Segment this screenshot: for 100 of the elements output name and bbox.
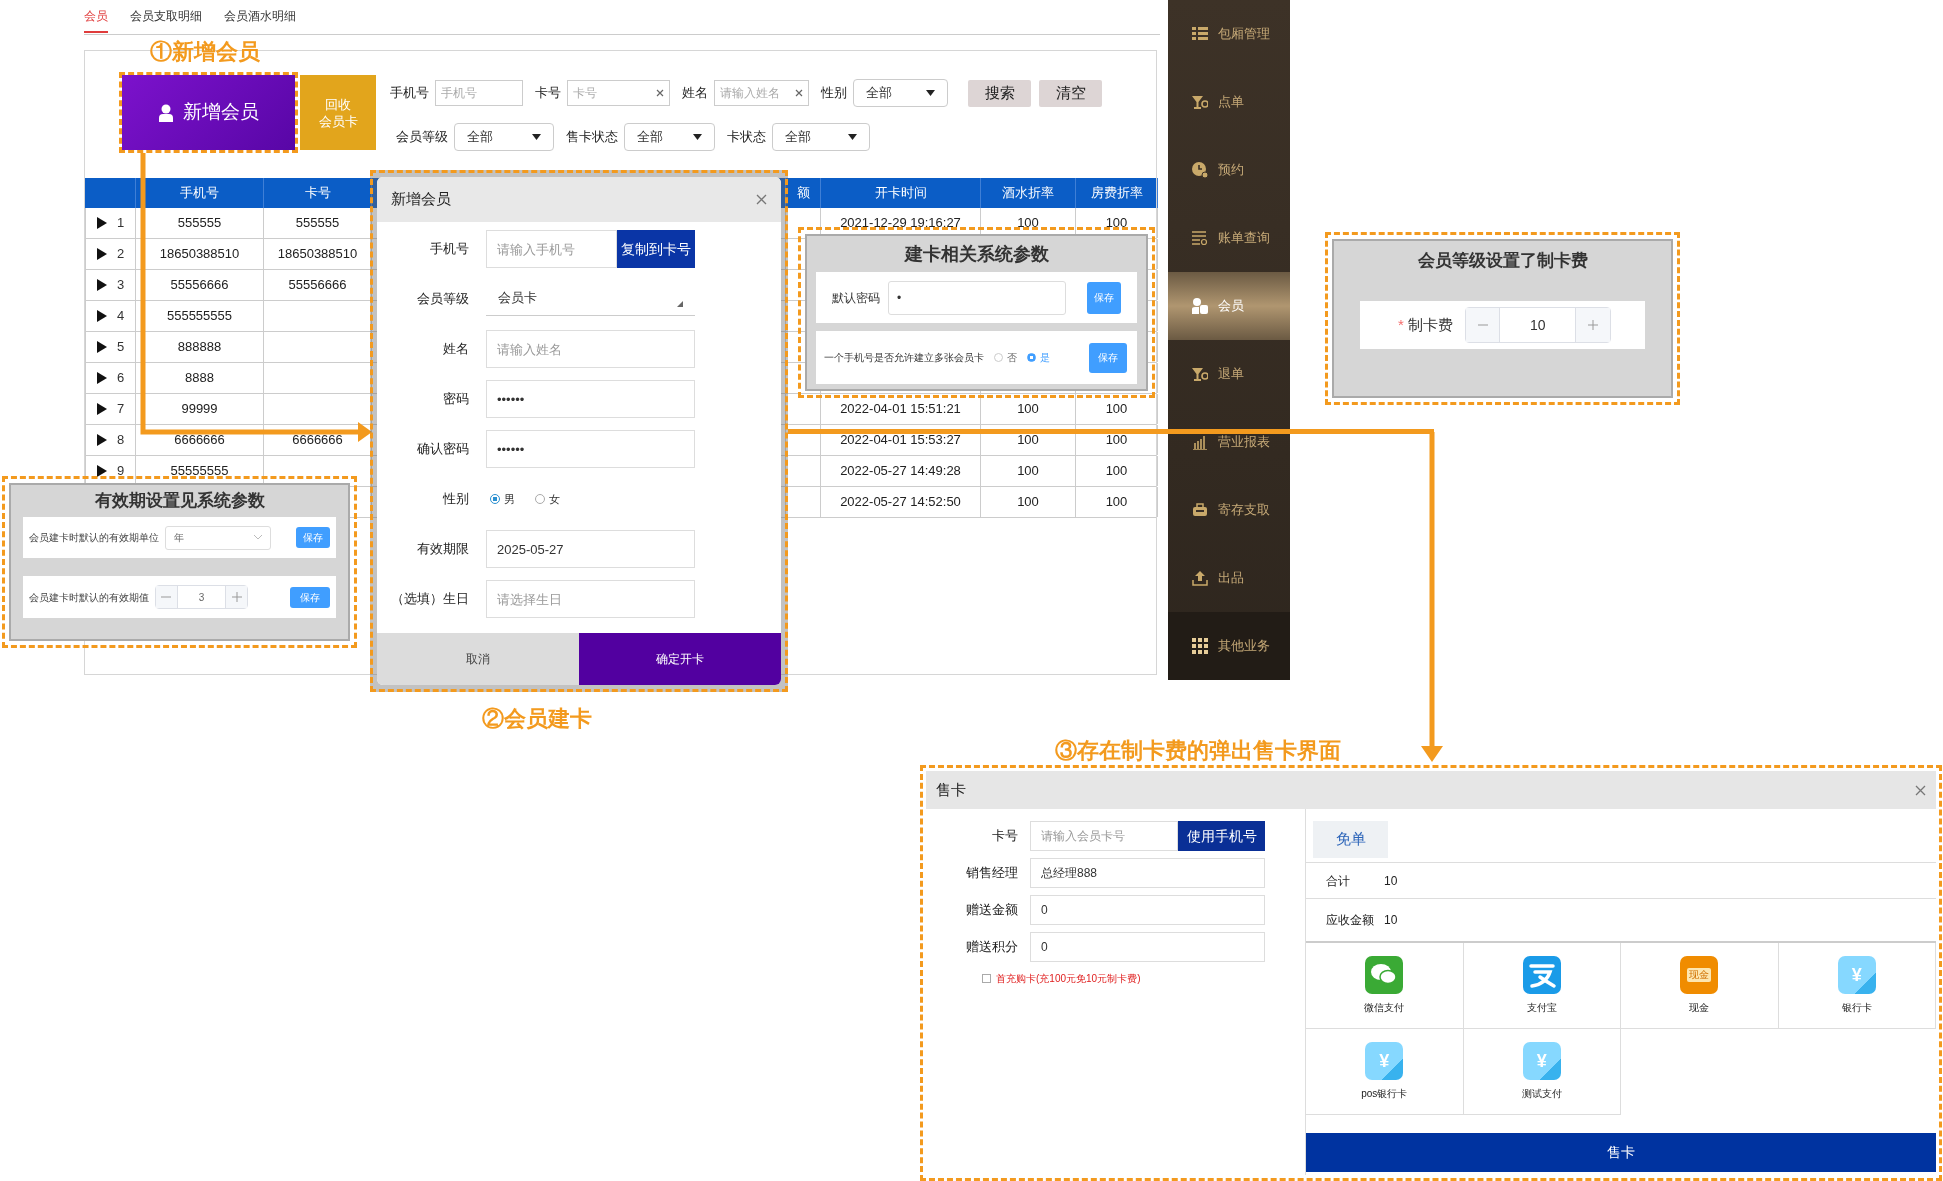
tab[interactable]: 会员 [84, 7, 108, 33]
radio-option[interactable]: 男 [490, 490, 515, 508]
panel-title: 会员等级设置了制卡费 [1417, 250, 1588, 273]
filter-label: 姓名 [682, 84, 708, 103]
summary-label: 合计 [1326, 872, 1351, 890]
input-field[interactable]: 请选择生日 [486, 580, 695, 618]
copy-button[interactable]: 复制到卡号 [617, 230, 695, 268]
input-field[interactable]: •••••• [486, 430, 695, 468]
chat-bubbles-icon [1365, 956, 1404, 994]
input-field[interactable]: • [888, 280, 1066, 315]
expand-icon [96, 248, 107, 260]
row-number: 5 [116, 338, 125, 357]
input-field[interactable]: 0 [1030, 932, 1265, 962]
sidebar-item[interactable]: 出品 [1168, 544, 1290, 612]
field-label: 密码 [442, 390, 469, 409]
tab[interactable]: 会员酒水明细 [224, 7, 296, 33]
input-field[interactable]: •••••• [486, 380, 695, 418]
table-cell-text: 6666666 [174, 431, 225, 450]
input-field[interactable]: 0 [1030, 895, 1265, 925]
input-field[interactable]: 请输入会员卡号 [1030, 821, 1178, 851]
close-icon [756, 194, 767, 205]
table-cell-text: 2021-12-29 19:16:27 [840, 214, 961, 233]
sidebar-item[interactable]: 账单查询 [1168, 204, 1290, 272]
radio-option[interactable]: 女 [535, 490, 560, 508]
table-cell-text: 2022-05-27 14:49:28 [840, 462, 961, 481]
chevron-down-icon [254, 535, 262, 540]
dropdown[interactable]: 会员卡 [486, 282, 695, 316]
field-label: 卡号 [991, 827, 1018, 846]
input-field[interactable]: 请输入姓名 [486, 330, 695, 368]
close-icon [1915, 784, 1926, 796]
sidebar-item[interactable]: 点单 [1168, 68, 1290, 136]
checkbox-option[interactable]: 首充购卡(充100元免10元制卡费) [926, 971, 1305, 986]
phone-button[interactable]: 使用手机号 [1178, 821, 1265, 851]
table-cell-text: 2022-05-27 14:52:50 [840, 493, 961, 512]
table-cell-text: 100 [1017, 493, 1039, 512]
payment-option[interactable]: ¥ pos银行卡 [1306, 1029, 1464, 1115]
briefcase-icon [1192, 502, 1208, 518]
payment-option[interactable]: ¥ 测试支付 [1463, 1029, 1621, 1115]
payment-option[interactable]: 现金 现金 [1621, 943, 1779, 1029]
input-field[interactable]: 卡号 [567, 80, 670, 106]
field-label: 赠送金额 [965, 901, 1018, 920]
person-icon [158, 103, 173, 122]
number-stepper[interactable]: 10 [1464, 307, 1611, 343]
dropdown[interactable]: 年 [165, 525, 271, 550]
caret-down-icon [693, 134, 702, 140]
number-stepper[interactable]: 3 [155, 585, 248, 609]
filter-button[interactable]: 清空 [1039, 79, 1102, 107]
payment-option[interactable]: 支付宝 [1463, 943, 1621, 1029]
dropdown[interactable]: 全部 [772, 123, 870, 151]
dropdown[interactable]: 全部 [624, 123, 715, 151]
payment-option[interactable]: ¥ 银行卡 [1778, 943, 1936, 1029]
table-cell-text: 100 [1017, 462, 1039, 481]
sidebar-item[interactable]: 其他业务 [1168, 612, 1290, 680]
field-label: 默认密码 [832, 289, 880, 307]
dropdown[interactable]: 全部 [853, 79, 948, 107]
people-icon [1192, 298, 1208, 314]
expand-icon [96, 217, 107, 229]
panel-title: 有效期设置见系统参数 [94, 490, 265, 513]
input-field[interactable]: 手机号 [435, 80, 523, 106]
table-cell-text: 2022-04-01 15:51:21 [840, 400, 961, 419]
summary-value: 10 [1384, 872, 1398, 890]
sidebar-item[interactable]: 预约 [1168, 136, 1290, 204]
sidebar-item[interactable]: 营业报表 [1168, 408, 1290, 476]
dropdown[interactable]: 全部 [454, 123, 554, 151]
sidebar-item[interactable]: 退单 [1168, 340, 1290, 408]
input-field[interactable]: 总经理888 [1030, 858, 1265, 888]
sidebar-item[interactable]: 包厢管理 [1168, 0, 1290, 68]
cocktail-glass-icon [1192, 366, 1208, 382]
input-field[interactable]: 请输入姓名 [714, 80, 809, 106]
free-order-button[interactable]: 免单 [1313, 821, 1388, 858]
radio-option[interactable]: 否 [994, 350, 1017, 365]
confirm-button[interactable]: 确定开卡 [579, 633, 781, 685]
cancel-button[interactable]: 取消 [377, 633, 579, 685]
row-number: 1 [116, 214, 125, 233]
field-label: 制卡费 [1407, 314, 1453, 335]
sidebar-item[interactable]: 寄存支取 [1168, 476, 1290, 544]
field-label: 性别 [442, 490, 469, 509]
field-label: 确认密码 [416, 440, 469, 459]
filter-label: 手机号 [390, 84, 429, 103]
column-header: 房费折率 [1090, 184, 1143, 203]
field-label: 手机号 [429, 240, 469, 259]
input-field[interactable]: 请输入手机号 [486, 230, 617, 268]
filter-label: 卡状态 [727, 128, 766, 147]
add-member-button[interactable]: 新增会员 [122, 75, 295, 150]
row-number: 2 [116, 245, 125, 264]
caret-down-icon [532, 134, 541, 140]
column-header: 额 [796, 184, 810, 203]
table-cell-text: 100 [1105, 493, 1128, 512]
payment-option[interactable]: 微信支付 [1306, 943, 1464, 1029]
row-number: 7 [116, 400, 125, 419]
input-field[interactable]: 2025-05-27 [486, 530, 695, 568]
table-cell-text: 100 [1017, 431, 1039, 450]
filter-button[interactable]: 搜索 [968, 79, 1031, 107]
filter-label: 售卡状态 [566, 128, 618, 147]
caret-down-icon [848, 134, 857, 140]
clear-icon [656, 89, 664, 97]
tab[interactable]: 会员支取明细 [130, 7, 202, 33]
sell-card-button[interactable]: 售卡 [1306, 1133, 1936, 1172]
table-cell-text: 100 [1105, 214, 1128, 233]
table-cell-text: 18650388510 [159, 245, 240, 264]
